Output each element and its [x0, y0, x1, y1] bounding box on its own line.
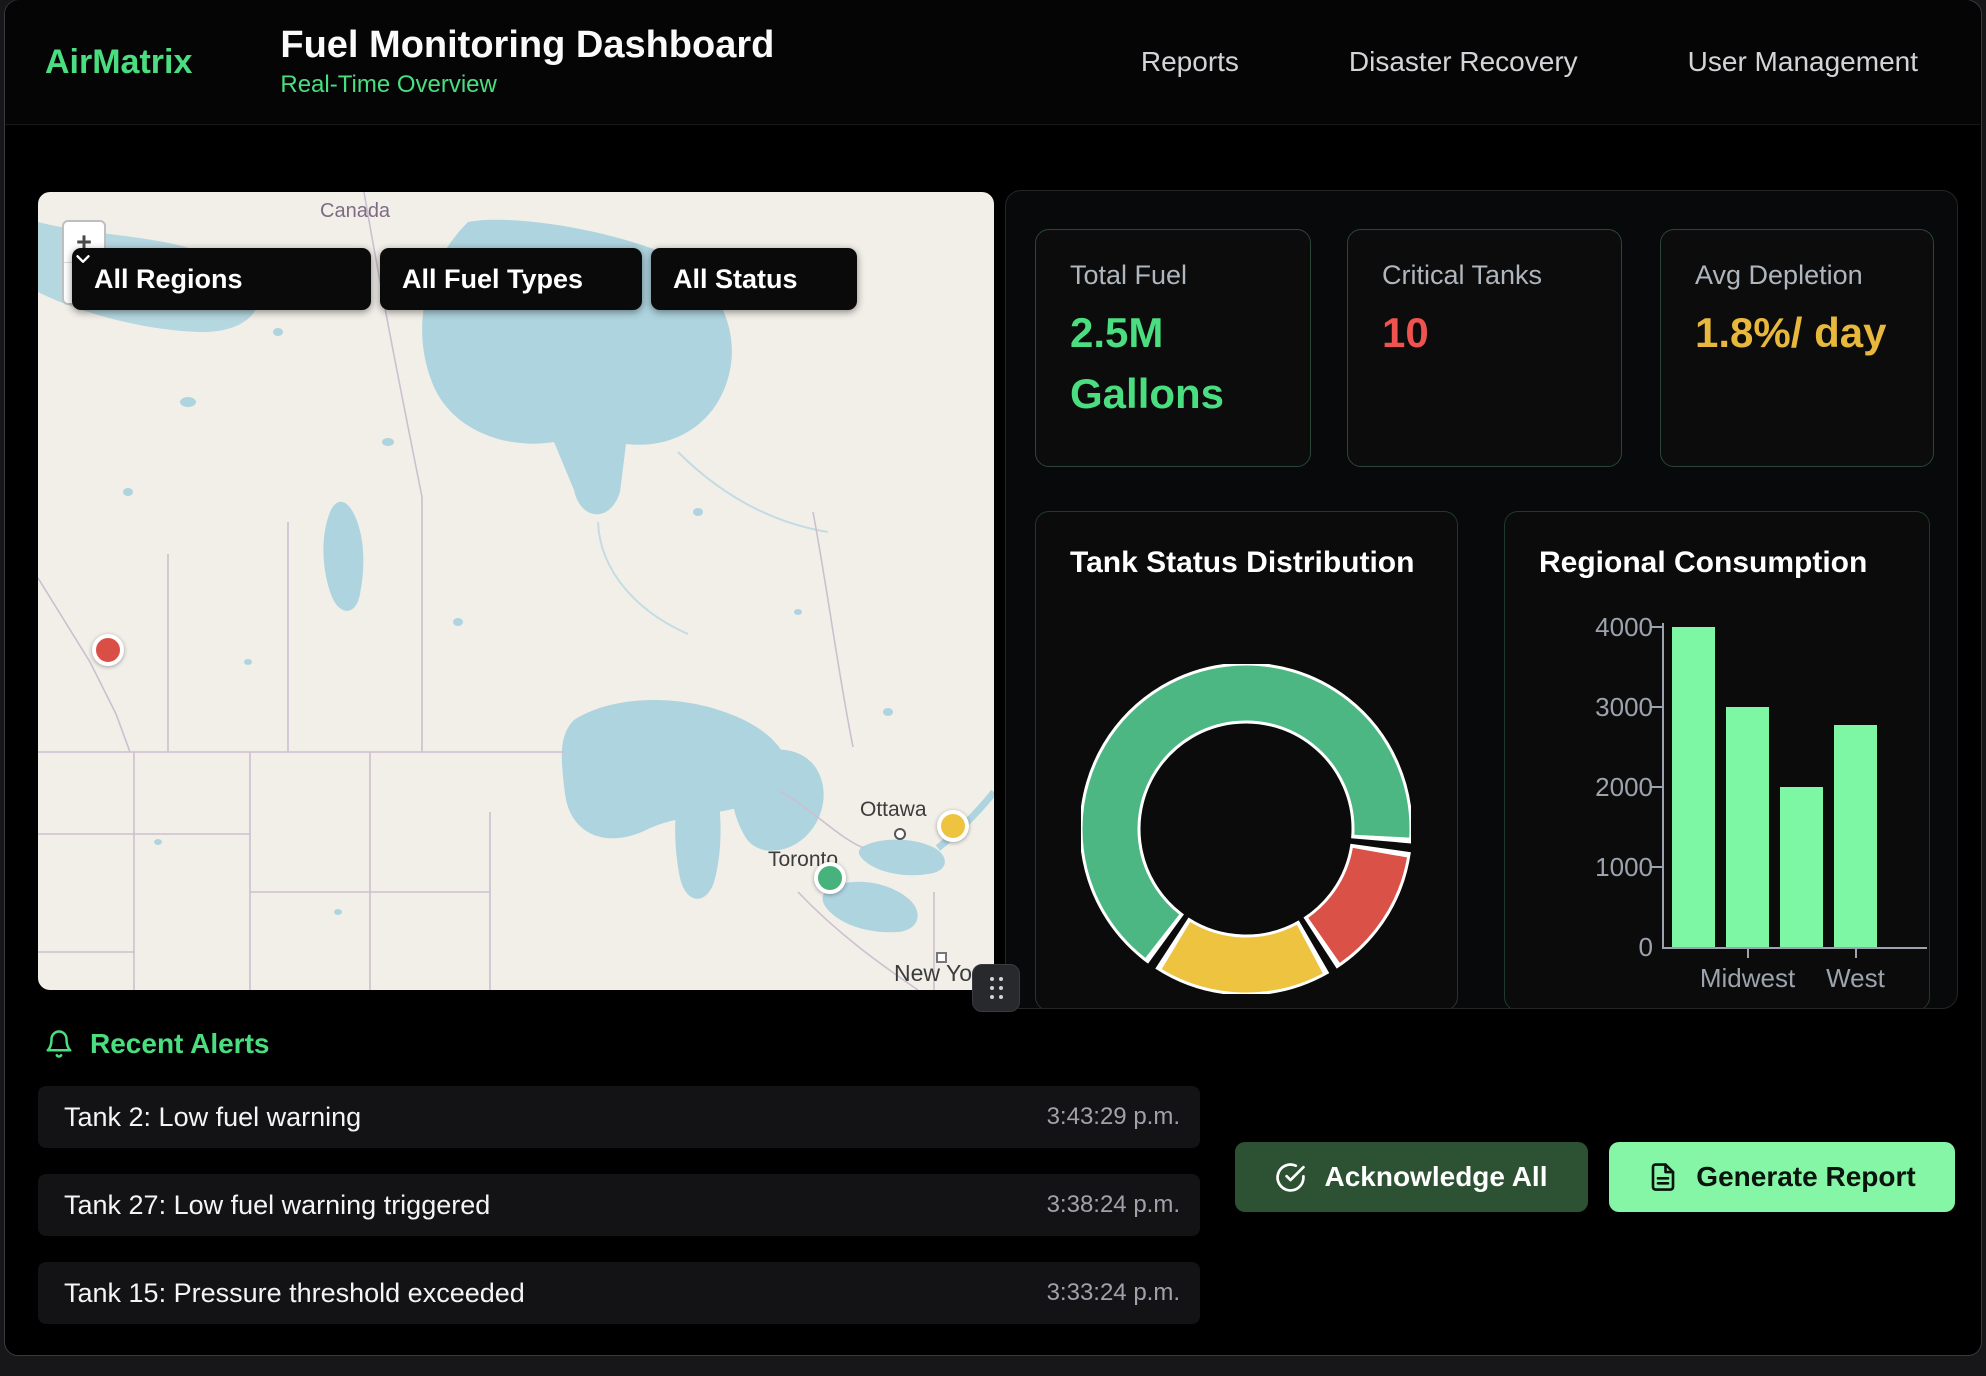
- status-filter-select[interactable]: All Status: [651, 248, 857, 310]
- tank-status-chart-card: Tank Status Distribution: [1035, 511, 1458, 1009]
- map-geography: [38, 192, 994, 990]
- app-header: AirMatrix Fuel Monitoring Dashboard Real…: [5, 0, 1980, 125]
- nav-item-disaster-recovery[interactable]: Disaster Recovery: [1349, 46, 1578, 78]
- alert-text: Tank 15: Pressure threshold exceeded: [64, 1278, 525, 1309]
- acknowledge-all-button[interactable]: Acknowledge All: [1235, 1142, 1588, 1212]
- stat-value: 1.8%/ day: [1695, 303, 1905, 364]
- alert-time: 3:43:29 p.m.: [1047, 1103, 1180, 1131]
- bar-chart: 01000200030004000MidwestWest: [1505, 512, 1929, 1009]
- alerts-header: Recent Alerts: [44, 1026, 269, 1062]
- stat-label: Total Fuel: [1070, 260, 1310, 291]
- stat-label: Avg Depletion: [1695, 260, 1933, 291]
- alert-time: 3:38:24 p.m.: [1047, 1191, 1180, 1219]
- donut-chart: [1081, 664, 1411, 994]
- tank-marker-warning[interactable]: [937, 810, 969, 842]
- check-circle-icon: [1275, 1162, 1306, 1193]
- alerts-title: Recent Alerts: [90, 1028, 269, 1060]
- alert-text: Tank 2: Low fuel warning: [64, 1102, 361, 1133]
- regional-consumption-chart-card: Regional Consumption 01000200030004000Mi…: [1504, 511, 1930, 1009]
- fuel-type-filter-select[interactable]: All Fuel Types: [380, 248, 642, 310]
- ottawa-poi-icon: [894, 828, 906, 840]
- metrics-panel: Total Fuel 2.5M Gallons Critical Tanks 1…: [1005, 190, 1958, 1009]
- stat-card-total-fuel: Total Fuel 2.5M Gallons: [1035, 229, 1311, 467]
- resize-handle[interactable]: [972, 964, 1020, 1012]
- chart-title: Tank Status Distribution: [1070, 546, 1414, 580]
- alert-time: 3:33:24 p.m.: [1047, 1279, 1180, 1307]
- alert-row[interactable]: Tank 2: Low fuel warning 3:43:29 p.m.: [38, 1086, 1200, 1148]
- tank-marker-critical[interactable]: [92, 634, 124, 666]
- alert-row[interactable]: Tank 27: Low fuel warning triggered 3:38…: [38, 1174, 1200, 1236]
- generate-report-label: Generate Report: [1696, 1161, 1915, 1193]
- map-filters: All Regions All Fuel Types All Status: [72, 248, 857, 310]
- drag-dots-icon: [990, 977, 1003, 999]
- stat-value: 10: [1382, 303, 1592, 364]
- bell-icon: [44, 1029, 74, 1059]
- alert-text: Tank 27: Low fuel warning triggered: [64, 1190, 490, 1221]
- map-card: Canada Ottawa Toronto New York + − All R…: [38, 192, 994, 990]
- brand-logo[interactable]: AirMatrix: [45, 43, 192, 82]
- alert-row[interactable]: Tank 15: Pressure threshold exceeded 3:3…: [38, 1262, 1200, 1324]
- stat-value: 2.5M Gallons: [1070, 303, 1280, 425]
- acknowledge-all-label: Acknowledge All: [1324, 1161, 1547, 1193]
- map-label-canada: Canada: [320, 200, 390, 223]
- stat-label: Critical Tanks: [1382, 260, 1621, 291]
- map-canvas[interactable]: Canada Ottawa Toronto New York + − All R…: [38, 192, 994, 990]
- stat-card-critical-tanks: Critical Tanks 10: [1347, 229, 1622, 467]
- region-filter-select[interactable]: All Regions: [72, 248, 371, 310]
- tank-marker-normal[interactable]: [814, 862, 846, 894]
- stat-card-avg-depletion: Avg Depletion 1.8%/ day: [1660, 229, 1934, 467]
- status-filter-value: All Status: [673, 264, 798, 295]
- generate-report-button[interactable]: Generate Report: [1609, 1142, 1955, 1212]
- map-label-ottawa: Ottawa: [860, 798, 927, 822]
- main-nav: Reports Disaster Recovery User Managemen…: [1141, 46, 1918, 78]
- region-filter-value: All Regions: [94, 264, 243, 295]
- page-subtitle: Real-Time Overview: [280, 71, 774, 99]
- fuel-type-filter-value: All Fuel Types: [402, 264, 583, 295]
- nav-item-user-management[interactable]: User Management: [1688, 46, 1918, 78]
- title-block: Fuel Monitoring Dashboard Real-Time Over…: [280, 25, 774, 99]
- nav-item-reports[interactable]: Reports: [1141, 46, 1239, 78]
- file-text-icon: [1648, 1162, 1678, 1192]
- page-title: Fuel Monitoring Dashboard: [280, 25, 774, 67]
